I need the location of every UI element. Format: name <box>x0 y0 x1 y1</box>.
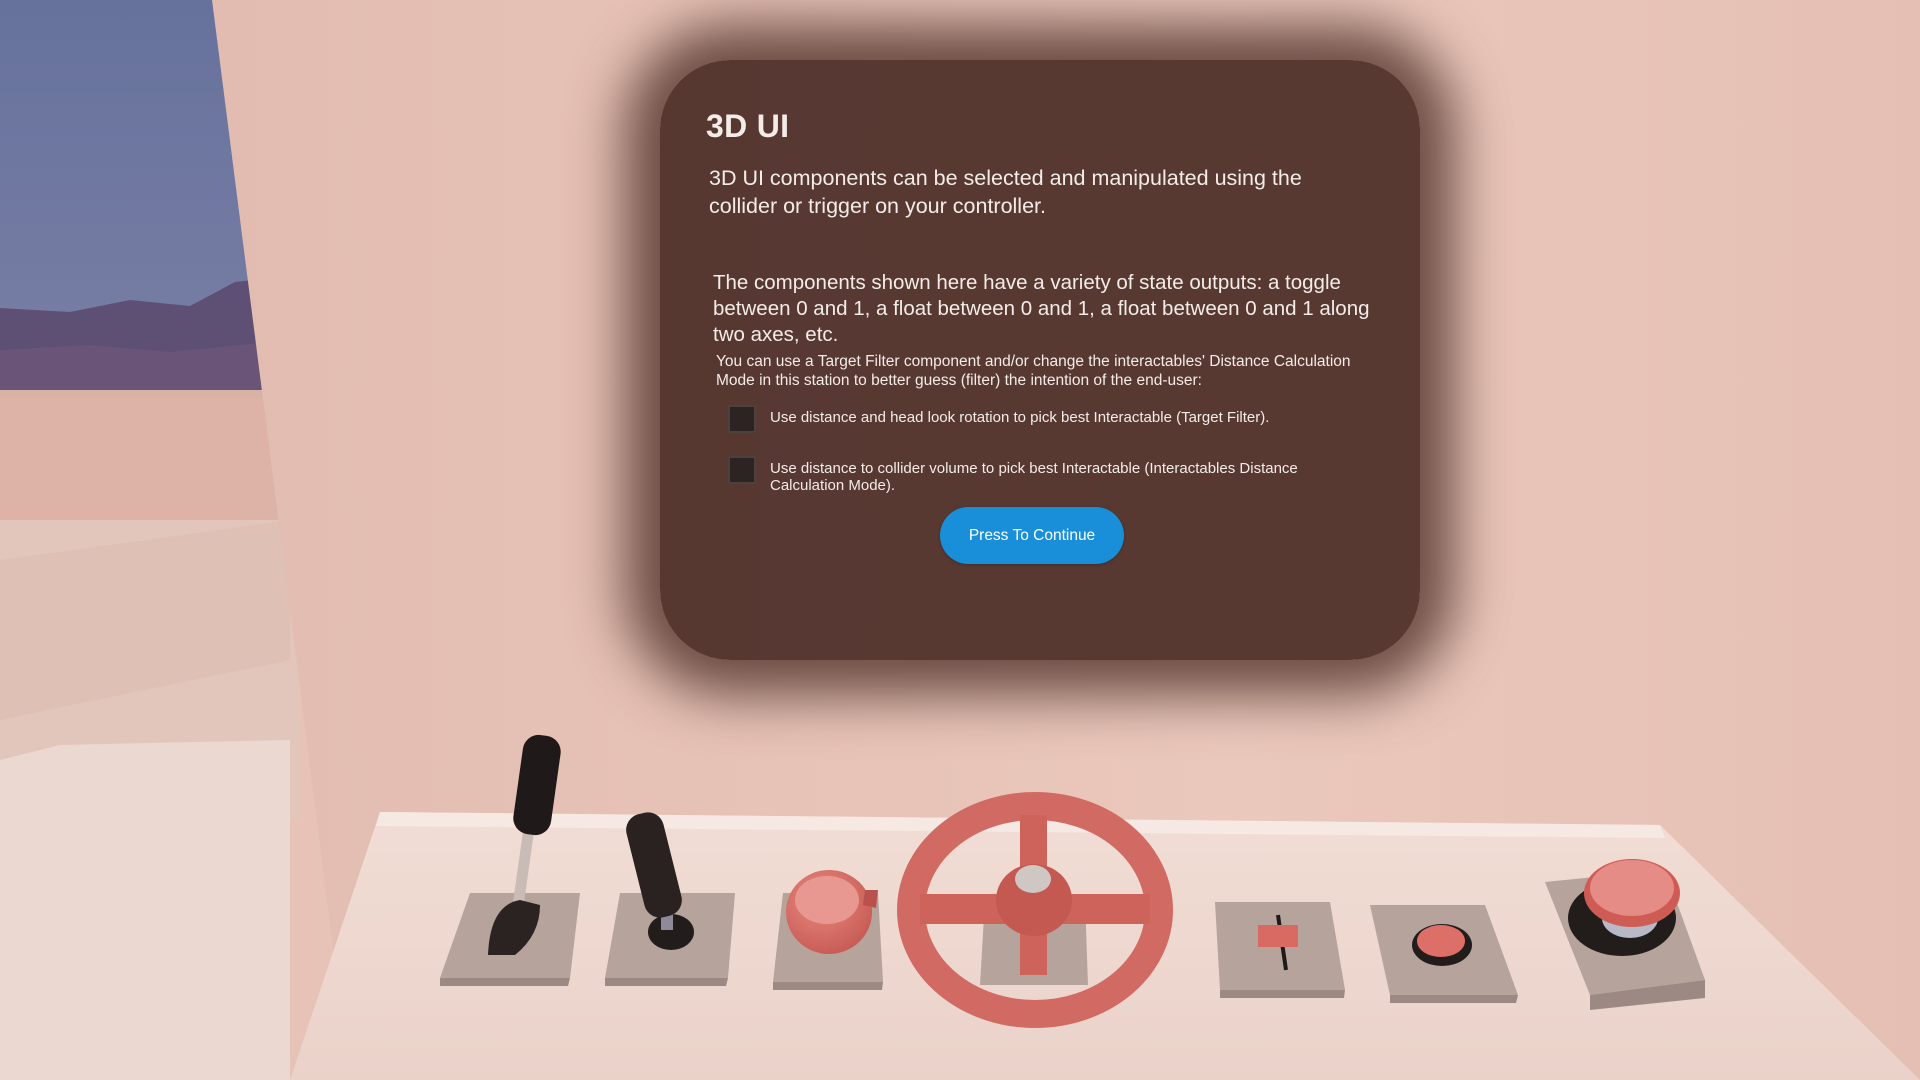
distance-calculation-label: Use distance to collider volume to pick … <box>770 460 1298 494</box>
target-filter-option[interactable]: Use distance and head look rotation to p… <box>728 405 1348 433</box>
info-panel: 3D UI 3D UI components can be selected a… <box>660 60 1420 660</box>
panel-title: 3D UI <box>706 108 790 144</box>
distance-calculation-option[interactable]: Use distance to collider volume to pick … <box>728 456 1348 494</box>
slider-control[interactable] <box>1215 902 1345 998</box>
panel-note-text: You can use a Target Filter component an… <box>716 353 1351 389</box>
panel-body-text: The components shown here have a variety… <box>713 271 1370 346</box>
target-filter-checkbox[interactable] <box>728 405 756 433</box>
target-filter-label: Use distance and head look rotation to p… <box>770 409 1270 426</box>
steering-wheel-control[interactable] <box>897 792 1173 1028</box>
distance-calculation-checkbox[interactable] <box>728 456 756 484</box>
press-to-continue-button[interactable]: Press To Continue <box>940 507 1124 564</box>
panel-intro-text: 3D UI components can be selected and man… <box>709 166 1302 218</box>
